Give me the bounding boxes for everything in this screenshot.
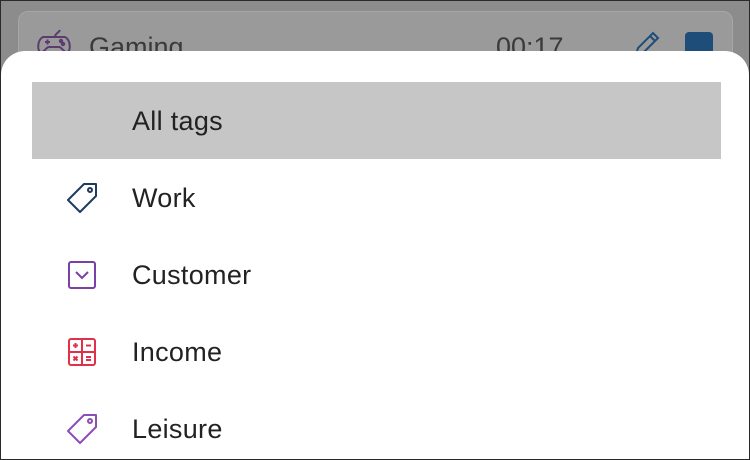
tag-filter-sheet: All tags Work Customer Income Leisure	[1, 51, 749, 459]
tag-menu: All tags Work Customer Income Leisure	[32, 82, 721, 459]
tag-icon	[65, 181, 99, 215]
menu-item-label: Leisure	[132, 414, 223, 444]
menu-item-label: Work	[132, 183, 196, 213]
menu-item-label: All tags	[132, 106, 223, 136]
app-frame: Gaming 00:17 All tags Work Customer Inco…	[0, 0, 750, 460]
tag-icon	[65, 412, 99, 446]
menu-item-label: Income	[132, 337, 223, 367]
menu-item-customer[interactable]: Customer	[32, 236, 721, 313]
menu-item-income[interactable]: Income	[32, 313, 721, 390]
chevron-box-icon	[65, 258, 99, 292]
menu-item-leisure[interactable]: Leisure	[32, 390, 721, 459]
menu-item-all-tags[interactable]: All tags	[32, 82, 721, 159]
menu-item-work[interactable]: Work	[32, 159, 721, 236]
menu-item-label: Customer	[132, 260, 252, 290]
calculator-icon	[65, 335, 99, 369]
